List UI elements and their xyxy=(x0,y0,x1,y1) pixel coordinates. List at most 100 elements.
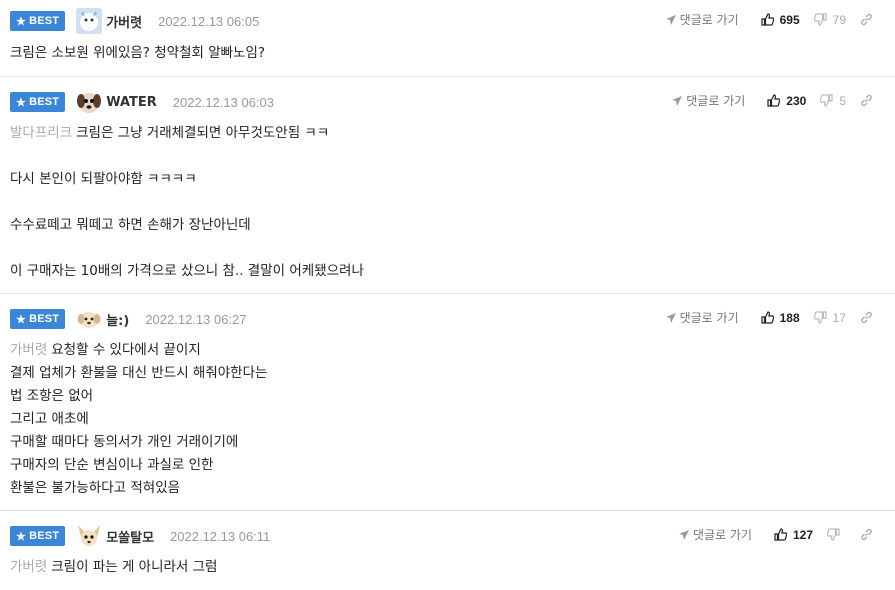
comment-header: ★ BEST 늘:) 2022.12.13 06:27 댓글로 가기 188 17 xyxy=(10,306,885,332)
comment-body: 가버렷 요청할 수 있다에서 끝이지 결제 업체가 환불을 대신 반드시 해줘야한… xyxy=(10,339,885,500)
comment-line: 법 조항은 없어 xyxy=(10,388,94,404)
go-to-reply-link[interactable]: 댓글로 가기 xyxy=(672,92,745,109)
comment-item: ★ BEST 늘:) 2022.12.13 06:27 댓글로 가기 188 17 xyxy=(0,294,895,511)
mention-nickname[interactable]: 가버렷 xyxy=(10,342,47,358)
dislike-button[interactable]: 5 xyxy=(820,94,846,108)
dislike-count: 79 xyxy=(832,12,846,27)
comment-line: 수수료떼고 뭐떼고 하면 손해가 장난아닌데 xyxy=(10,217,251,233)
arrow-pointer-icon xyxy=(665,312,676,323)
best-badge: ★ BEST xyxy=(10,309,66,329)
like-button[interactable]: 127 xyxy=(774,528,813,542)
puppy-avatar[interactable] xyxy=(76,306,103,332)
comment-item: ★ BEST WATER 2022.12.13 06:03 댓글로 가기 230 … xyxy=(0,77,895,294)
comment-header: ★ BEST WATER 2022.12.13 06:03 댓글로 가기 230 … xyxy=(10,89,885,115)
comment-line: 크림은 소보원 위에있음? 청약철회 알빠노임? xyxy=(10,45,266,61)
comment-line: 가버렷 요청할 수 있다에서 끝이지 xyxy=(10,339,885,362)
go-to-reply-label: 댓글로 가기 xyxy=(679,13,739,27)
snow-character-avatar[interactable] xyxy=(76,8,103,34)
thumbs-up-icon xyxy=(761,13,774,26)
comment-line: 발다프리크 크림은 그냥 거래체결되면 아무것도안됨 ㅋㅋ xyxy=(10,122,885,145)
arrow-pointer-icon xyxy=(665,14,676,25)
comment-body: 크림은 소보원 위에있음? 청약철회 알빠노임? xyxy=(10,42,885,65)
comment-nickname[interactable]: 모쏠탈모 xyxy=(106,527,154,546)
comment-nickname[interactable]: 가버렷 xyxy=(106,12,142,31)
arrow-pointer-icon xyxy=(672,95,683,106)
comment-actions: 댓글로 가기 695 79 xyxy=(665,11,873,28)
like-button[interactable]: 695 xyxy=(761,13,800,27)
thumbs-up-icon xyxy=(767,94,781,107)
comment-line: 그리고 애초에 xyxy=(10,411,89,427)
thumbs-down-icon xyxy=(827,528,840,541)
comment-item: ★ BEST 가버렷 2022.12.13 06:05 댓글로 가기 695 79 xyxy=(0,0,895,77)
go-to-reply-link[interactable]: 댓글로 가기 xyxy=(678,526,752,543)
star-icon: ★ xyxy=(16,313,27,326)
comment-date: 2022.12.13 06:11 xyxy=(170,528,271,544)
go-to-reply-link[interactable]: 댓글로 가기 xyxy=(665,11,739,28)
dislike-button[interactable]: 17 xyxy=(813,310,846,325)
dog-face-avatar[interactable] xyxy=(76,89,103,115)
thumbs-down-icon xyxy=(820,94,833,107)
comment-header: ★ BEST 모쏠탈모 2022.12.13 06:11 댓글로 가기 127 xyxy=(10,523,885,549)
go-to-reply-label: 댓글로 가기 xyxy=(679,311,739,325)
comment-actions: 댓글로 가기 230 5 xyxy=(672,92,873,109)
comment-body: 발다프리크 크림은 그냥 거래체결되면 아무것도안됨 ㅋㅋ 다시 본인이 되팔아야… xyxy=(10,122,885,283)
comment-line: 환불은 불가능하다고 적혀있음 xyxy=(10,480,181,496)
best-label: BEST xyxy=(29,15,60,27)
comment-item: ★BEST 모쏠탈모 2022.12.13 06:11 댓글로 가기 127 xyxy=(0,511,895,590)
comment-line: 구매할 때마다 동의서가 개인 거래이기에 xyxy=(10,434,239,450)
comment-nickname[interactable]: 늘:) xyxy=(106,310,129,329)
link-icon[interactable] xyxy=(860,94,873,107)
link-icon[interactable] xyxy=(860,311,873,324)
comment-line: 가버렷 크림이 파는 게 아니라서 그럼 xyxy=(10,556,885,579)
best-badge: ★ BEST xyxy=(10,526,66,546)
best-label: BEST xyxy=(29,530,60,542)
like-button[interactable]: 188 xyxy=(761,311,800,325)
star-icon: ★ xyxy=(16,530,27,543)
comment-line: 구매자의 단순 변심이나 과실로 인한 xyxy=(10,457,214,473)
comment-date: 2022.12.13 06:27 xyxy=(145,311,247,327)
link-icon[interactable] xyxy=(860,13,873,26)
comment-date: 2022.12.13 06:05 xyxy=(158,13,260,29)
thumbs-up-icon xyxy=(774,528,787,541)
comment-line-text: 크림이 파는 게 아니라서 그럼 xyxy=(51,559,218,575)
comment-line-text: 크림은 그냥 거래체결되면 아무것도안됨 ㅋㅋ xyxy=(76,125,330,141)
comment-actions: 댓글로 가기 127 xyxy=(678,526,873,543)
star-icon: ★ xyxy=(16,15,27,28)
best-badge: ★ BEST xyxy=(10,11,66,31)
comment-line-text: 요청할 수 있다에서 끝이지 xyxy=(51,342,201,358)
like-count: 230 xyxy=(786,93,807,108)
like-button[interactable]: 230 xyxy=(767,94,806,108)
mention-nickname[interactable]: 발다프리크 xyxy=(10,125,72,141)
best-badge: ★ BEST xyxy=(10,92,66,112)
like-count: 188 xyxy=(779,310,800,325)
comment-line: 결제 업체가 환불을 대신 반드시 해줘야한다는 xyxy=(10,365,268,381)
arrow-pointer-icon xyxy=(678,529,689,540)
comment-body: 가버렷 크림이 파는 게 아니라서 그럼 xyxy=(10,556,885,579)
like-count: 695 xyxy=(779,12,800,27)
like-count: 127 xyxy=(792,527,813,542)
dislike-button[interactable]: 79 xyxy=(813,12,846,27)
thumbs-up-icon xyxy=(761,311,774,324)
comment-line: 다시 본인이 되팔아야함 ㅋㅋㅋㅋ xyxy=(10,171,197,187)
thumbs-down-icon xyxy=(813,311,827,324)
chihuahua-avatar[interactable] xyxy=(76,523,103,549)
dislike-count: 17 xyxy=(832,310,846,325)
go-to-reply-label: 댓글로 가기 xyxy=(686,94,746,108)
thumbs-down-icon xyxy=(813,13,827,26)
go-to-reply-link[interactable]: 댓글로 가기 xyxy=(665,309,739,326)
comment-header: ★ BEST 가버렷 2022.12.13 06:05 댓글로 가기 695 79 xyxy=(10,8,885,34)
comment-line: 이 구매자는 10배의 가격으로 샀으니 참.. 결말이 어케됐으려나 xyxy=(10,263,364,279)
dislike-button[interactable] xyxy=(827,528,846,541)
go-to-reply-label: 댓글로 가기 xyxy=(692,528,752,542)
best-label: BEST xyxy=(29,313,60,325)
star-icon: ★ xyxy=(16,96,27,109)
mention-nickname[interactable]: 가버렷 xyxy=(10,559,47,575)
best-label: BEST xyxy=(29,96,60,108)
comment-nickname[interactable]: WATER xyxy=(106,95,157,110)
link-icon[interactable] xyxy=(860,528,873,541)
comment-date: 2022.12.13 06:03 xyxy=(172,94,274,110)
dislike-count: 5 xyxy=(839,93,846,108)
